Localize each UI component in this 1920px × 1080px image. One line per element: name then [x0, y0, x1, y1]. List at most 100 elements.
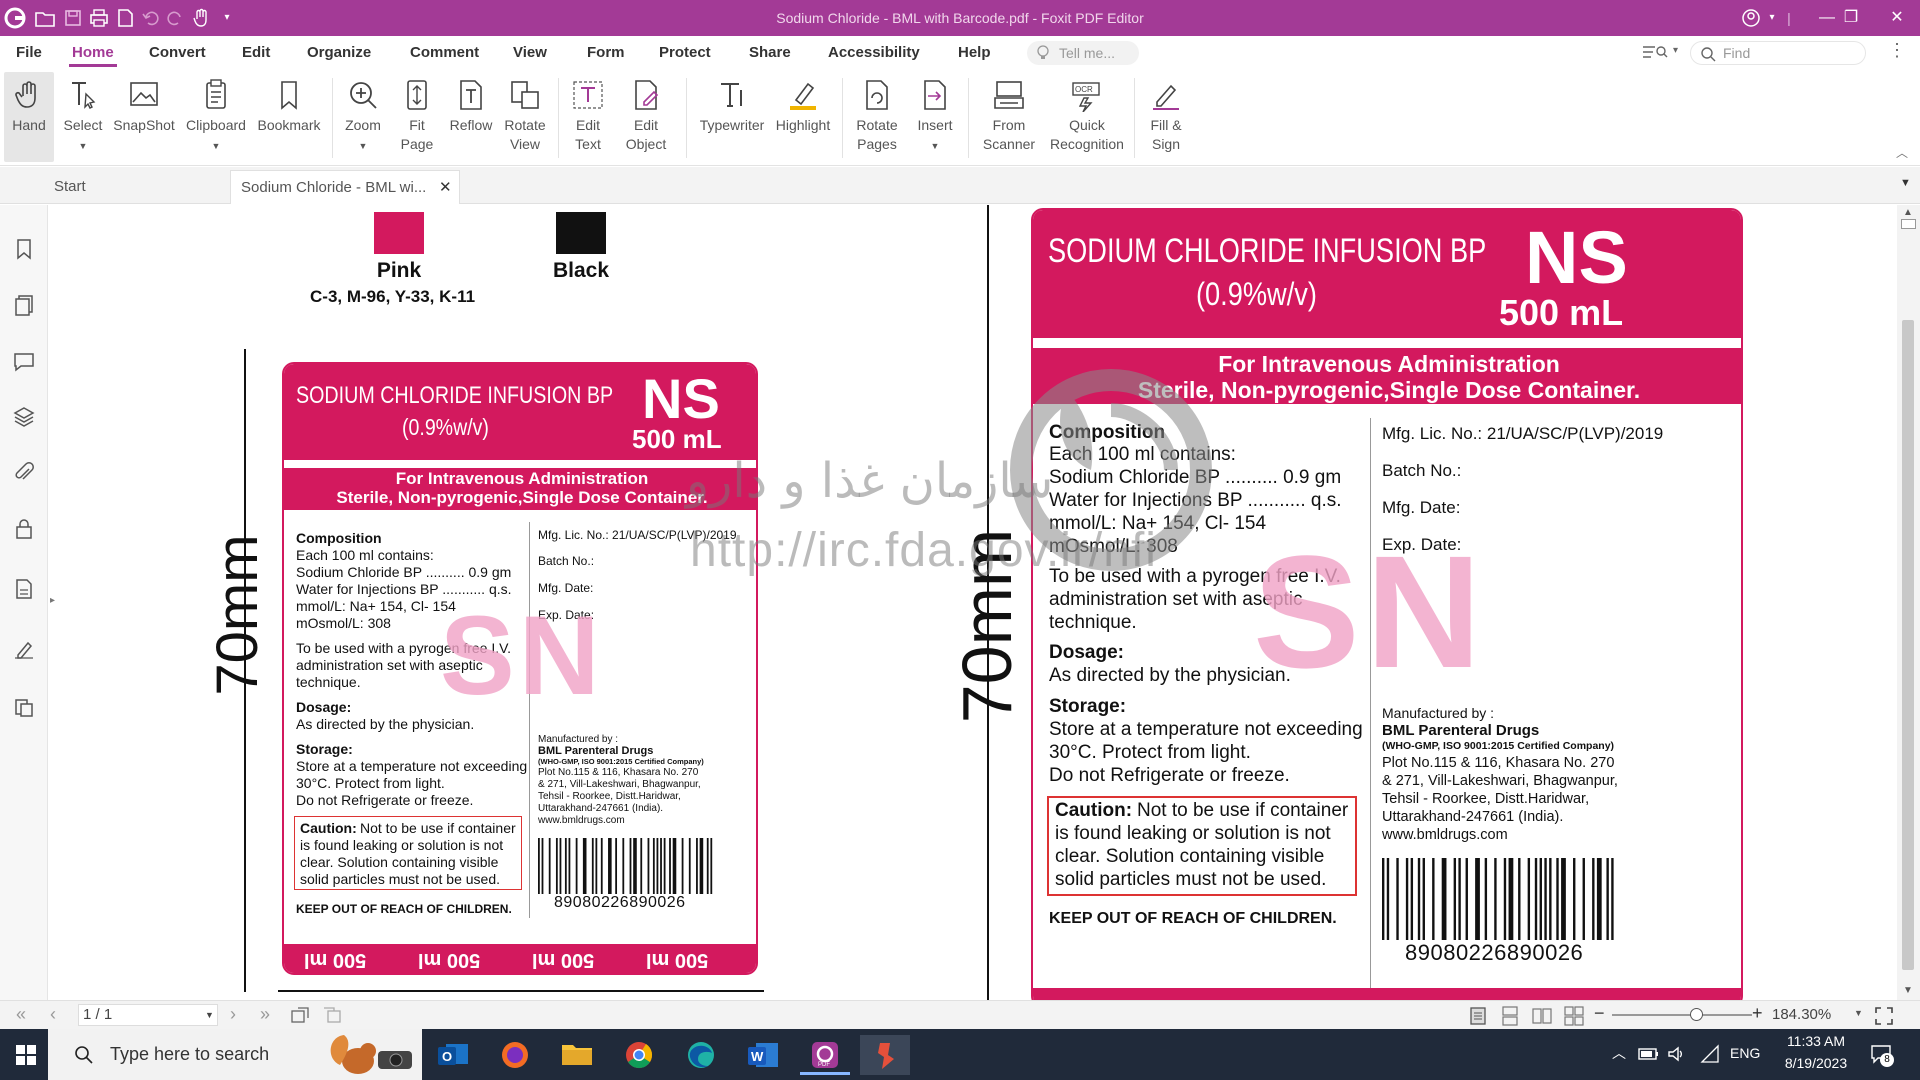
tool-zoom[interactable]: Zoom ▼ [340, 72, 386, 162]
security-panel-icon[interactable] [12, 517, 36, 541]
collapse-ribbon-icon[interactable]: ︿ [1896, 144, 1908, 161]
tool-edit-object[interactable]: Edit Object [618, 72, 674, 162]
menu-protect[interactable]: Protect [659, 44, 711, 61]
first-page-icon[interactable]: « [16, 1004, 26, 1025]
tool-quick-recognition[interactable]: OCR Quick Recognition [1046, 72, 1128, 162]
page-number-input[interactable]: 1 / 1 ▼ [78, 1004, 218, 1026]
scroll-thumb[interactable] [1902, 320, 1914, 970]
barcode-bar [608, 838, 612, 894]
battery-icon[interactable] [1638, 1046, 1660, 1062]
tell-me-input[interactable]: Tell me... [1027, 41, 1139, 65]
tool-typewriter[interactable]: Typewriter [694, 72, 770, 162]
taskbar-chrome[interactable] [614, 1035, 664, 1075]
menu-organize[interactable]: Organize [307, 44, 371, 61]
zoom-out-icon[interactable]: − [1594, 1003, 1605, 1024]
expand-panel-icon[interactable]: ▸ [50, 595, 55, 606]
search-options-icon[interactable] [1641, 42, 1671, 67]
clock-time[interactable]: 11:33 AM [1776, 1033, 1856, 1049]
facing-view-icon[interactable] [1532, 1006, 1552, 1026]
tab-list-dropdown-icon[interactable]: ▼ [1900, 177, 1911, 189]
menu-help[interactable]: Help [958, 44, 991, 61]
tool-fit-page[interactable]: Fit Page [392, 72, 442, 162]
tool-select[interactable]: Select ▼ [58, 72, 108, 162]
menu-file[interactable]: File [16, 44, 42, 61]
full-screen-icon[interactable] [1874, 1006, 1894, 1026]
tool-insert[interactable]: Insert ▼ [910, 72, 960, 162]
previous-view-icon[interactable] [290, 1006, 310, 1024]
taskbar-firefox[interactable] [490, 1035, 540, 1075]
pages-panel-icon[interactable] [12, 293, 36, 317]
menu-edit[interactable]: Edit [242, 44, 270, 61]
clock-date[interactable]: 8/19/2023 [1776, 1055, 1856, 1071]
tool-highlight[interactable]: Highlight [772, 72, 834, 162]
usage-line: technique. [296, 674, 361, 690]
taskbar-search-input[interactable]: Type here to search [48, 1029, 422, 1080]
tool-edit-text[interactable]: Edit Text [566, 72, 610, 162]
taskbar-foxit[interactable]: PDF [800, 1035, 850, 1075]
tab-document[interactable]: Sodium Chloride - BML wi... ✕ [230, 170, 460, 204]
compare-panel-icon[interactable] [12, 695, 36, 719]
tool-fill-sign[interactable]: Fill & Sign [1142, 72, 1190, 162]
tab-start[interactable]: Start [44, 170, 230, 204]
prev-page-icon[interactable]: ‹ [50, 1004, 56, 1025]
menu-view[interactable]: View [513, 44, 547, 61]
comments-panel-icon[interactable] [12, 349, 36, 373]
content-panel-icon[interactable] [12, 577, 36, 601]
scroll-down-icon[interactable]: ▼ [1903, 985, 1913, 996]
tool-rotate-pages[interactable]: Rotate Pages [850, 72, 904, 162]
taskbar-file-explorer[interactable] [552, 1035, 602, 1075]
search-options-dropdown-icon[interactable]: ▾ [1673, 45, 1678, 56]
barcode-bar [595, 838, 598, 894]
tool-clipboard[interactable]: Clipboard ▼ [183, 72, 249, 162]
single-page-view-icon[interactable] [1468, 1006, 1488, 1026]
zoom-dropdown-icon[interactable]: ▼ [1854, 1008, 1863, 1018]
taskbar-outlook[interactable]: O [428, 1035, 478, 1075]
restore-button[interactable]: ❐ [1828, 0, 1874, 36]
taskbar-edge[interactable] [676, 1035, 726, 1075]
bookmarks-panel-icon[interactable] [12, 237, 36, 261]
page-dropdown-icon[interactable]: ▼ [205, 1005, 214, 1025]
menu-accessibility[interactable]: Accessibility [828, 44, 920, 61]
last-page-icon[interactable]: » [260, 1004, 270, 1025]
taskbar-media-app[interactable] [860, 1035, 910, 1075]
tool-reflow[interactable]: Reflow [446, 72, 496, 162]
close-button[interactable]: ✕ [1874, 0, 1920, 36]
close-tab-icon[interactable]: ✕ [439, 171, 452, 205]
taskbar-word[interactable]: W [738, 1035, 788, 1075]
more-options-icon[interactable]: ⋮ [1888, 40, 1906, 61]
menu-share[interactable]: Share [749, 44, 791, 61]
barcode-bar [706, 838, 709, 894]
tool-from-scanner[interactable]: From Scanner [976, 72, 1042, 162]
zoom-in-icon[interactable]: + [1752, 1003, 1763, 1024]
scroll-split-handle[interactable] [1901, 219, 1916, 229]
scroll-up-icon[interactable]: ▲ [1903, 207, 1913, 218]
continuous-facing-view-icon[interactable] [1564, 1006, 1584, 1026]
next-page-icon[interactable]: › [230, 1004, 236, 1025]
language-indicator[interactable]: ENG [1730, 1045, 1760, 1061]
show-hidden-icons-icon[interactable]: ︿ [1612, 1043, 1626, 1063]
tool-hand[interactable]: Hand [4, 72, 54, 162]
menu-convert[interactable]: Convert [149, 44, 206, 61]
zoom-slider-thumb[interactable] [1690, 1008, 1703, 1021]
network-icon[interactable] [1700, 1044, 1720, 1064]
account-dropdown-icon[interactable]: ▾ [1762, 0, 1782, 36]
tool-bookmark[interactable]: Bookmark [253, 72, 325, 162]
signature-panel-icon[interactable] [12, 637, 36, 661]
vertical-scrollbar[interactable]: ▲ ▼ [1897, 205, 1920, 1000]
zoom-level[interactable]: 184.30% [1772, 1006, 1831, 1023]
next-view-icon[interactable] [322, 1006, 342, 1024]
find-input[interactable]: Find [1690, 41, 1866, 65]
volume-icon[interactable] [1666, 1044, 1686, 1064]
document-view[interactable]: Pink C-3, M-96, Y-33, K-11 Black 70mm SO… [66, 205, 1897, 1000]
continuous-view-icon[interactable] [1500, 1006, 1520, 1026]
menu-home[interactable]: Home [72, 44, 114, 61]
menu-form[interactable]: Form [587, 44, 625, 61]
attachments-panel-icon[interactable] [12, 461, 36, 485]
tool-snapshot[interactable]: SnapShot [111, 72, 177, 162]
tool-rotate-view[interactable]: Rotate View [498, 72, 552, 162]
zoom-slider-track[interactable] [1612, 1014, 1752, 1016]
barcode-bar [640, 838, 643, 894]
menu-comment[interactable]: Comment [410, 44, 479, 61]
layers-panel-icon[interactable] [12, 405, 36, 429]
windows-start-icon[interactable] [16, 1045, 36, 1065]
